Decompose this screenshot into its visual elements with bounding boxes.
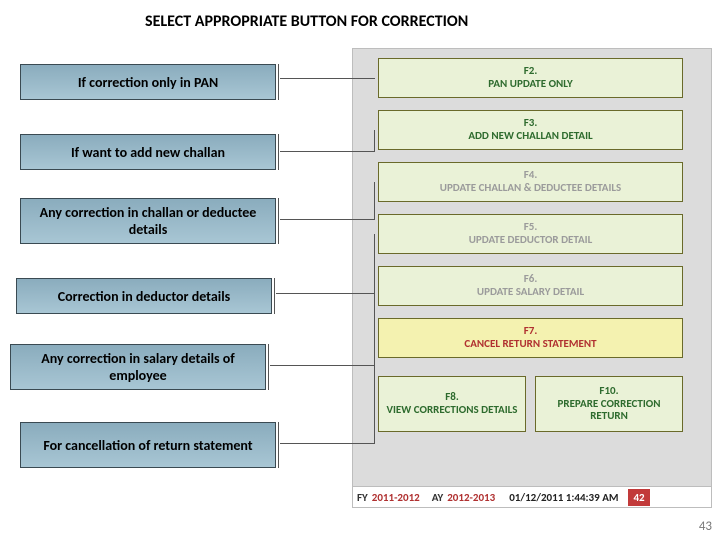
page-number: 43: [699, 519, 712, 534]
fy-label: FY: [353, 491, 372, 504]
datetime: 01/12/2011 1:44:39 AM: [503, 491, 624, 504]
btn-f5-update-deductor[interactable]: F5. UPDATE DEDUCTOR DETAIL: [378, 214, 683, 254]
page-title: SELECT APPROPRIATE BUTTON FOR CORRECTION: [145, 12, 468, 31]
fn-label: CANCEL RETURN STATEMENT: [464, 338, 596, 351]
ay-label: AY: [428, 491, 447, 504]
btn-f4-update-challan-deductee[interactable]: F4. UPDATE CHALLAN & DEDUCTEE DETAILS: [378, 162, 683, 202]
connector: [280, 78, 375, 79]
btn-f2-pan-update[interactable]: F2. PAN UPDATE ONLY: [378, 58, 683, 98]
desc-salary: Any correction in salary details of empl…: [10, 344, 266, 390]
fn-label: UPDATE DEDUCTOR DETAIL: [469, 234, 593, 247]
status-bar: FY 2011-2012 AY 2012-2013 01/12/2011 1:4…: [352, 486, 712, 508]
btn-f8-view-corrections[interactable]: F8. VIEW CORRECTIONS DETAILS: [378, 376, 526, 432]
stem: [278, 64, 279, 100]
btn-f6-update-salary[interactable]: F6. UPDATE SALARY DETAIL: [378, 266, 683, 306]
connector: [280, 130, 375, 152]
btn-f3-add-challan[interactable]: F3. ADD NEW CHALLAN DETAIL: [378, 110, 683, 150]
status-badge: 42: [628, 489, 649, 506]
btn-f10-prepare-return[interactable]: F10. PREPARE CORRECTION RETURN: [535, 376, 683, 432]
desc-challan-deductee: Any correction in challan or deductee de…: [20, 198, 276, 244]
connector: [276, 234, 375, 294]
fn-label: UPDATE SALARY DETAIL: [477, 286, 584, 299]
desc-pan-only: If correction only in PAN: [20, 64, 276, 100]
fn-label: VIEW CORRECTIONS DETAILS: [387, 404, 518, 417]
stem: [268, 344, 269, 390]
connector: [280, 338, 375, 444]
fy-value: 2011-2012: [372, 491, 428, 504]
desc-cancel: For cancellation of return statement: [20, 422, 276, 468]
stem: [278, 134, 279, 170]
fkey-label: F10.: [599, 385, 618, 398]
ay-value: 2012-2013: [447, 491, 503, 504]
btn-f7-cancel-return[interactable]: F7. CANCEL RETURN STATEMENT: [378, 318, 683, 358]
connector: [280, 182, 375, 220]
fn-label: ADD NEW CHALLAN DETAIL: [468, 130, 592, 143]
fn-label: PAN UPDATE ONLY: [488, 78, 572, 91]
desc-add-challan: If want to add new challan: [20, 134, 276, 170]
fn-label: PREPARE CORRECTION RETURN: [542, 398, 676, 423]
desc-deductor: Correction in deductor details: [16, 278, 272, 314]
stem: [278, 422, 279, 468]
fn-label: UPDATE CHALLAN & DEDUCTEE DETAILS: [440, 182, 621, 195]
